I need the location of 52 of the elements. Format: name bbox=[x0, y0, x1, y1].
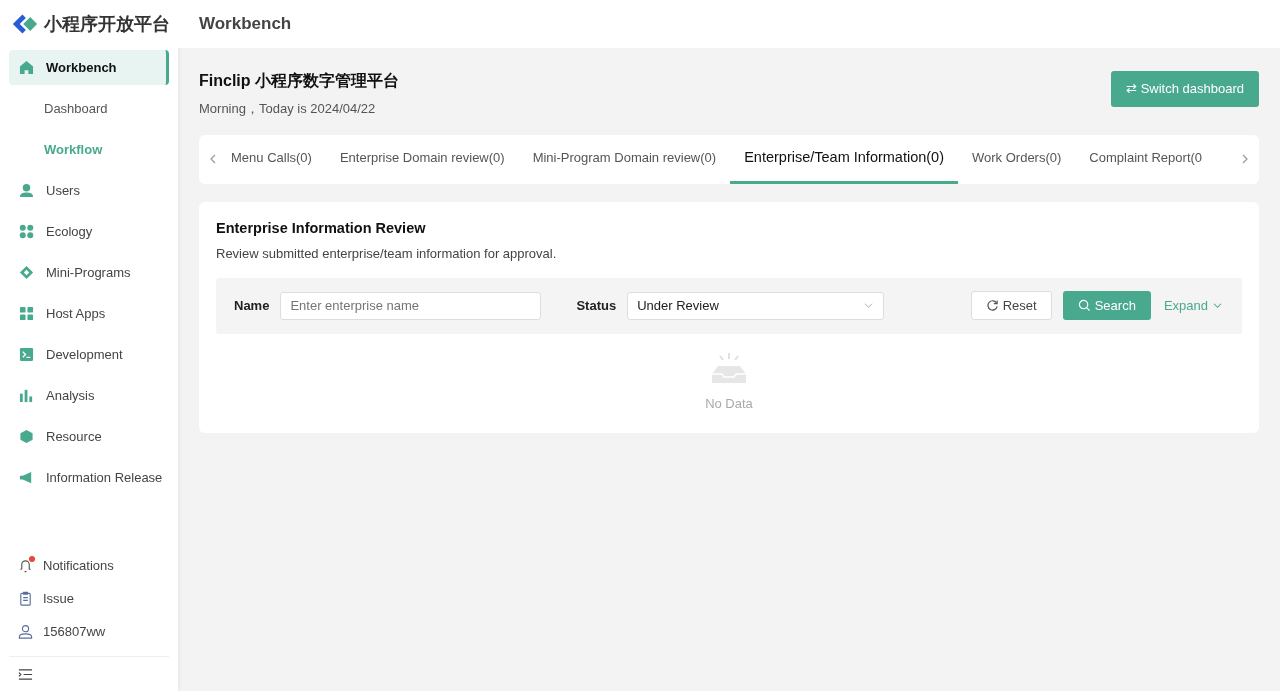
sidebar-item[interactable]: Ecology bbox=[9, 214, 169, 249]
tab[interactable]: Enterprise/Team Information(0) bbox=[730, 134, 958, 184]
diamond-icon bbox=[19, 265, 34, 280]
person-icon bbox=[18, 624, 33, 639]
panel-description: Review submitted enterprise/team information for approval. bbox=[216, 245, 558, 264]
empty-state-text: No Data bbox=[705, 394, 753, 413]
chevron-down-icon bbox=[863, 302, 875, 310]
bar-chart-icon bbox=[19, 388, 34, 403]
user-icon bbox=[19, 183, 34, 198]
megaphone-icon bbox=[19, 470, 34, 485]
sidebar-subitem[interactable]: Dashboard bbox=[9, 91, 169, 126]
sidebar-item[interactable]: Analysis bbox=[9, 378, 169, 413]
chevron-right-icon bbox=[1241, 153, 1249, 165]
terminal-icon bbox=[19, 347, 34, 362]
page-header-title: Workbench bbox=[178, 0, 1280, 48]
sidebar-item[interactable]: Mini-Programs bbox=[9, 255, 169, 290]
name-input-field[interactable]: Enter enterprise name bbox=[280, 291, 542, 320]
sidebar-item[interactable]: Information Release bbox=[9, 460, 169, 495]
logo-icon bbox=[12, 13, 38, 35]
cube-icon bbox=[19, 429, 34, 444]
page-title: Finclip 小程序数字管理平台 bbox=[199, 71, 399, 91]
tab[interactable]: Complaint Report(0 bbox=[1075, 134, 1217, 184]
sidebar-item[interactable]: Users bbox=[9, 173, 169, 208]
sidebar-footer-item[interactable]: 156807ww bbox=[0, 615, 178, 648]
sidebar-footer-item[interactable]: Notifications bbox=[0, 549, 178, 582]
clover-icon bbox=[19, 224, 34, 239]
tab[interactable]: Mini-Program Domain review(0) bbox=[518, 134, 731, 184]
clipboard-icon bbox=[18, 591, 33, 606]
sidebar-footer-item[interactable]: Issue bbox=[0, 582, 178, 615]
reset-button[interactable]: Reset bbox=[970, 291, 1052, 321]
field-label: Name bbox=[234, 297, 270, 315]
bell-icon bbox=[18, 558, 33, 573]
grid-icon bbox=[19, 306, 34, 321]
greeting-text: Morning，Today is 2024/04/22 bbox=[199, 100, 377, 118]
brand-name: 小程序开放平台 bbox=[44, 12, 170, 36]
search-icon bbox=[1077, 299, 1091, 313]
status-select[interactable]: Under Review bbox=[627, 291, 885, 320]
tab[interactable]: Work Orders(0) bbox=[958, 134, 1076, 184]
empty-inbox-icon bbox=[711, 351, 747, 384]
chevron-down-icon bbox=[1212, 302, 1223, 310]
sidebar-item[interactable]: Development bbox=[9, 337, 169, 372]
sidebar-item[interactable]: Resource bbox=[9, 419, 169, 454]
sidebar-item[interactable]: Host Apps bbox=[9, 296, 169, 331]
sidebar-item[interactable]: Workbench bbox=[9, 50, 169, 85]
tab[interactable]: Menu Calls(0) bbox=[217, 134, 326, 184]
tab[interactable]: Enterprise Domain review(0) bbox=[325, 134, 519, 184]
chevron-left-icon bbox=[209, 153, 217, 165]
collapse-menu-icon[interactable] bbox=[18, 666, 33, 682]
refresh-icon bbox=[985, 299, 999, 313]
panel-title: Enterprise Information Review bbox=[216, 218, 427, 238]
field-label: Status bbox=[576, 297, 617, 315]
home-icon bbox=[19, 60, 34, 75]
